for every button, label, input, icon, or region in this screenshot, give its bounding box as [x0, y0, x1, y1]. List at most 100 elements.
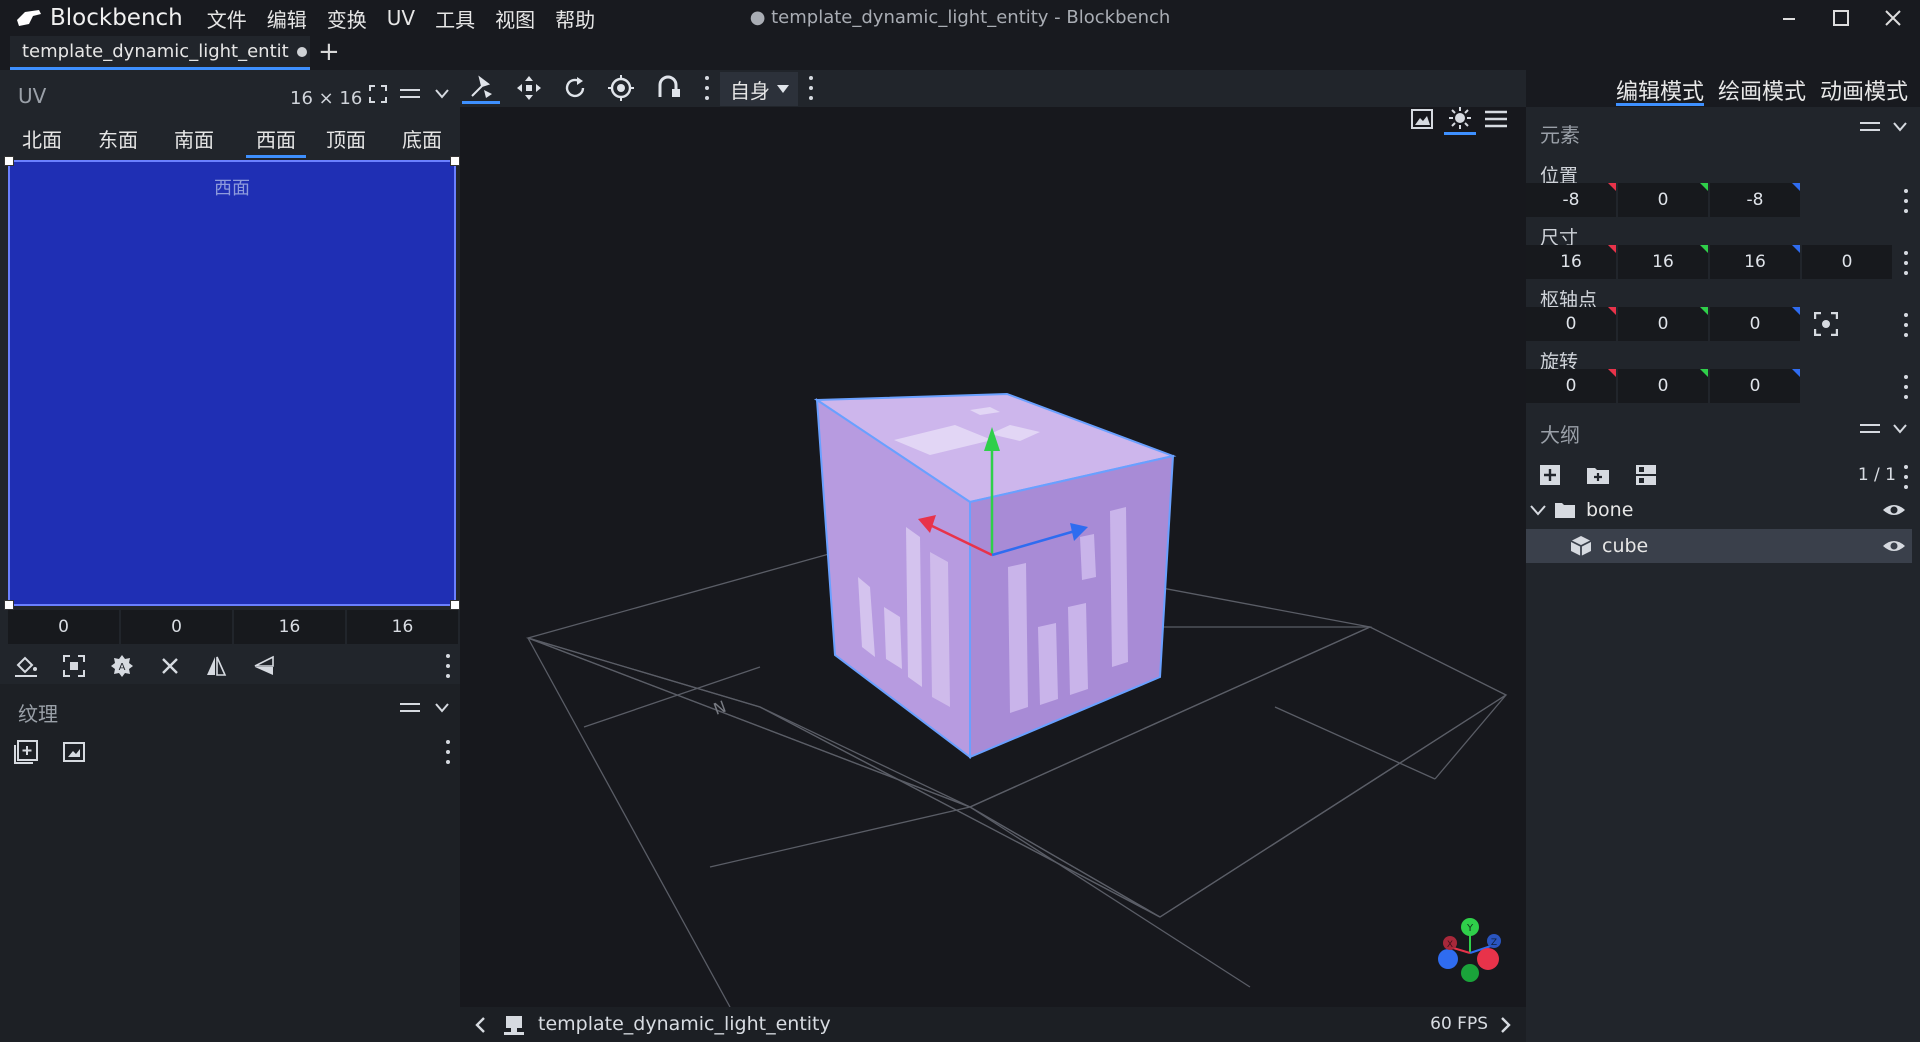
uv-handle-bottom-right[interactable] [450, 600, 460, 610]
create-texture-icon[interactable] [58, 736, 90, 768]
eye-icon[interactable] [1882, 502, 1906, 518]
mode-tab-edit[interactable]: 编辑模式 [1616, 74, 1705, 106]
new-tab-button[interactable]: + [318, 36, 340, 70]
add-group-icon[interactable] [1582, 459, 1614, 491]
rotation-z-field[interactable]: 0 [1710, 369, 1800, 403]
mode-tab-paint[interactable]: 绘画模式 [1718, 74, 1806, 106]
pivot-more-icon[interactable] [1901, 313, 1911, 337]
mirror-y-icon[interactable] [248, 650, 280, 682]
folder-icon [1555, 503, 1575, 518]
maximize-button[interactable] [1814, 0, 1868, 36]
rotation-x-field[interactable]: 0 [1526, 369, 1616, 403]
pivot-x-field[interactable]: 0 [1526, 307, 1616, 341]
rotation-more-icon[interactable] [1901, 375, 1911, 399]
uv-panel-title: UV [18, 84, 47, 108]
close-button[interactable] [1866, 0, 1920, 36]
face-tab-west[interactable]: 西面 [246, 124, 306, 158]
menu-file[interactable]: 文件 [197, 4, 257, 33]
position-x-field[interactable]: -8 [1526, 183, 1616, 217]
fps-counter: 60 FPS [1430, 1014, 1488, 1034]
panel-menu-icon[interactable] [394, 78, 426, 110]
size-y-field[interactable]: 16 [1618, 245, 1708, 279]
element-chevron-down-icon[interactable] [1884, 111, 1916, 143]
file-tab[interactable]: template_dynamic_light_entit [10, 36, 310, 70]
outliner-chevron-down-icon[interactable] [1884, 413, 1916, 445]
resize-tool-icon[interactable] [510, 72, 548, 104]
face-tab-down[interactable]: 底面 [400, 124, 444, 158]
pivot-y-field[interactable]: 0 [1618, 307, 1708, 341]
uv-handle-top-left[interactable] [4, 156, 14, 166]
clear-uv-icon[interactable] [154, 650, 186, 682]
center-pivot-icon[interactable] [1810, 308, 1842, 340]
lighting-icon[interactable] [1444, 107, 1476, 135]
texture-chevron-down-icon[interactable] [426, 692, 458, 724]
orientation-gizmo[interactable]: Y X Z [1434, 915, 1514, 995]
rotation-y-field[interactable]: 0 [1618, 369, 1708, 403]
import-texture-icon[interactable] [10, 736, 42, 768]
uv-field-y[interactable]: 0 [121, 610, 232, 644]
menu-transform[interactable]: 变换 [317, 4, 377, 33]
uv-field-width[interactable]: 16 [234, 610, 345, 644]
transform-space-select[interactable]: 自身 [720, 72, 798, 106]
screenshot-icon[interactable] [1406, 107, 1438, 135]
face-tab-south[interactable]: 南面 [172, 124, 216, 158]
uv-canvas[interactable]: 西面 [8, 160, 456, 606]
position-more-icon[interactable] [1901, 189, 1911, 213]
auto-uv-icon[interactable]: A [106, 650, 138, 682]
size-more-icon[interactable] [1901, 251, 1911, 275]
rotate-tool-icon[interactable] [556, 72, 594, 104]
element-panel-menu-icon[interactable] [1854, 111, 1886, 143]
blockbench-logo-icon [14, 3, 44, 33]
inflate-field[interactable]: 0 [1802, 245, 1892, 279]
uv-field-x[interactable]: 0 [8, 610, 119, 644]
uv-handle-bottom-left[interactable] [4, 600, 14, 610]
menu-help[interactable]: 帮助 [545, 4, 605, 33]
pivot-z-field[interactable]: 0 [1710, 307, 1800, 341]
outliner-group-bone[interactable]: bone [1526, 493, 1912, 527]
face-tab-east[interactable]: 东面 [96, 124, 140, 158]
face-tab-north[interactable]: 北面 [20, 124, 64, 158]
vertex-snap-icon[interactable] [650, 72, 688, 104]
position-y-field[interactable]: 0 [1618, 183, 1708, 217]
texture-more-icon[interactable] [443, 740, 453, 764]
menu-tools[interactable]: 工具 [425, 4, 485, 33]
outliner-more-icon[interactable] [1901, 465, 1911, 489]
orientation-neg-z[interactable] [1438, 949, 1458, 969]
menu-view[interactable]: 视图 [485, 4, 545, 33]
chevron-right-icon[interactable] [1490, 1009, 1522, 1041]
orientation-neg-y[interactable] [1461, 964, 1479, 982]
pivot-tool-icon[interactable] [602, 72, 640, 104]
chevron-left-icon[interactable] [464, 1009, 496, 1041]
uv-more-icon[interactable] [443, 654, 453, 678]
chevron-down-icon[interactable] [1530, 504, 1546, 516]
minimize-icon [1783, 18, 1795, 20]
outliner-menu-icon[interactable] [1854, 413, 1886, 445]
tools-more-icon[interactable] [702, 76, 712, 100]
outliner-toggle-icon[interactable] [1630, 459, 1662, 491]
uv-field-height[interactable]: 16 [347, 610, 458, 644]
mirror-x-icon[interactable] [200, 650, 232, 682]
mode-tab-animate[interactable]: 动画模式 [1820, 74, 1908, 106]
paint-bucket-icon[interactable] [10, 650, 42, 682]
size-x-field[interactable]: 16 [1526, 245, 1616, 279]
uv-handle-top-right[interactable] [450, 156, 460, 166]
3d-viewport[interactable]: N Y X Z [460, 107, 1526, 1007]
orientation-z-label: Z [1491, 938, 1497, 948]
menu-uv[interactable]: UV [377, 6, 425, 30]
size-z-field[interactable]: 16 [1710, 245, 1800, 279]
minimize-button[interactable] [1762, 0, 1816, 36]
eye-icon[interactable] [1882, 538, 1906, 554]
space-more-icon[interactable] [806, 76, 816, 100]
texture-panel-menu-icon[interactable] [394, 692, 426, 724]
add-cube-icon[interactable] [1534, 459, 1566, 491]
chevron-down-icon[interactable] [426, 78, 458, 110]
face-tab-up[interactable]: 顶面 [324, 124, 368, 158]
menu-edit[interactable]: 编辑 [257, 4, 317, 33]
orientation-neg-x[interactable] [1477, 948, 1499, 970]
fullscreen-icon[interactable] [362, 78, 394, 110]
position-z-field[interactable]: -8 [1710, 183, 1800, 217]
outliner-cube[interactable]: cube [1526, 529, 1912, 563]
move-tool-icon[interactable] [462, 72, 500, 104]
maximize-uv-icon[interactable] [58, 650, 90, 682]
viewport-menu-icon[interactable] [1480, 107, 1512, 135]
